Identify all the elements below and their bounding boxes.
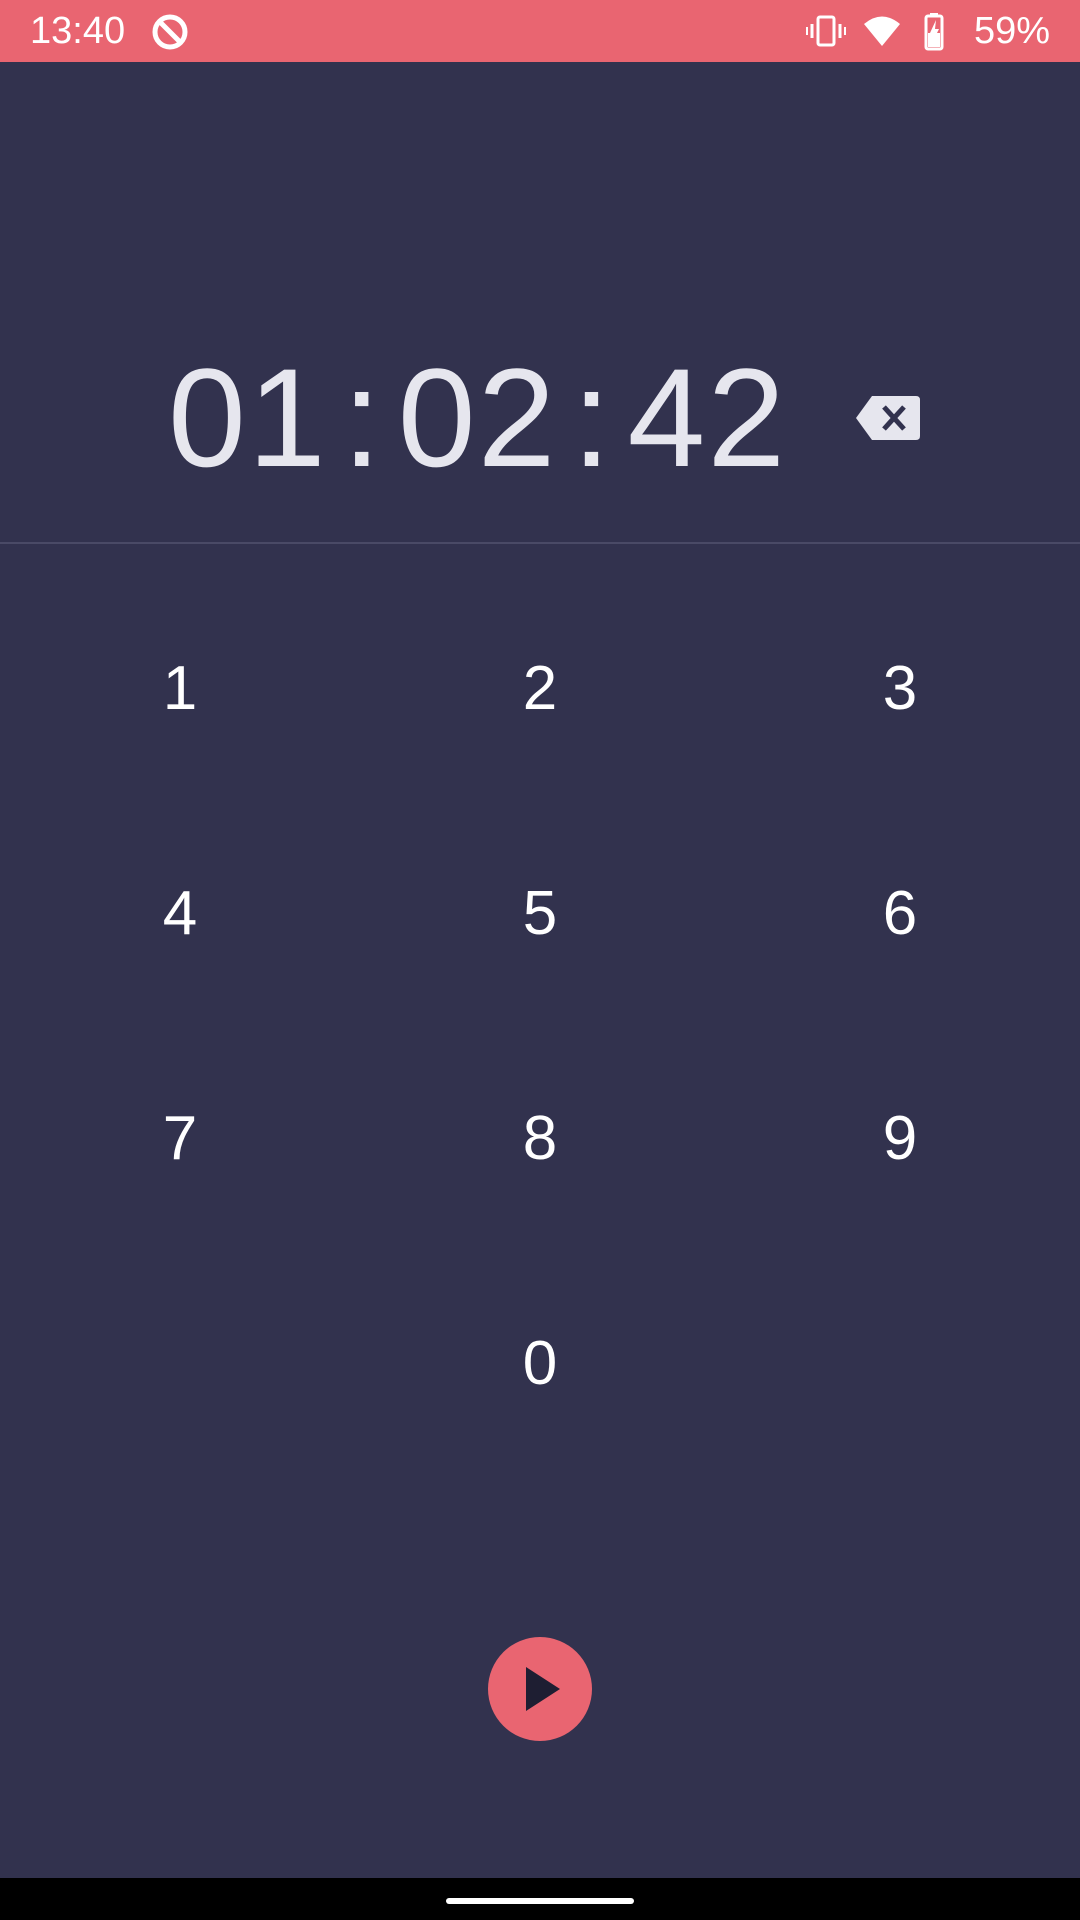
start-timer-button[interactable] xyxy=(488,1637,592,1741)
key-6[interactable]: 6 xyxy=(810,843,990,983)
timer-display: 01 : 02 : 42 xyxy=(168,345,787,490)
timer-minutes: 02 xyxy=(397,339,558,496)
timer-separator: : xyxy=(342,339,384,496)
play-icon xyxy=(526,1667,560,1711)
vibrate-icon xyxy=(805,15,846,47)
app-notification-icon xyxy=(152,14,188,50)
backspace-icon[interactable] xyxy=(854,392,922,444)
key-2[interactable]: 2 xyxy=(450,618,630,758)
timer-separator: : xyxy=(572,339,613,496)
wifi-icon xyxy=(863,16,900,46)
status-icons: 59% xyxy=(805,8,1050,54)
timer-hours: 01 xyxy=(168,339,328,496)
timer-seconds: 42 xyxy=(627,339,788,496)
key-3[interactable]: 3 xyxy=(810,618,990,758)
status-time: 13:40 xyxy=(30,10,126,52)
divider xyxy=(0,542,1080,544)
navigation-bar xyxy=(0,1878,1080,1920)
battery-percent: 59% xyxy=(973,10,1050,52)
battery-charging-icon xyxy=(924,13,944,51)
home-gesture-handle[interactable] xyxy=(446,1898,634,1904)
key-8[interactable]: 8 xyxy=(450,1068,630,1208)
key-7[interactable]: 7 xyxy=(90,1068,270,1208)
key-0[interactable]: 0 xyxy=(450,1293,630,1433)
status-bar: 13:40 59% xyxy=(0,0,1080,62)
key-1[interactable]: 1 xyxy=(90,618,270,758)
key-4[interactable]: 4 xyxy=(90,843,270,983)
key-5[interactable]: 5 xyxy=(450,843,630,983)
key-9[interactable]: 9 xyxy=(810,1068,990,1208)
